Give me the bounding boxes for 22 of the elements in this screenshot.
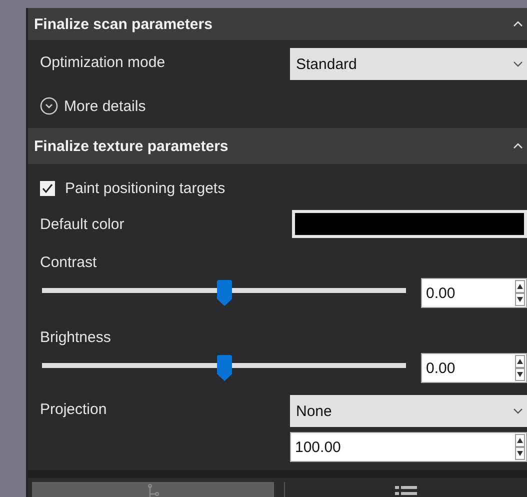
field-label: Contrast [40, 254, 98, 271]
slider-thumb[interactable] [217, 280, 232, 306]
checkbox[interactable]: Paint positioning targets [40, 180, 226, 196]
more-details-link[interactable]: More details [40, 97, 146, 115]
field-label: Default color [40, 216, 126, 232]
field-label: Optimization mode [40, 53, 166, 71]
spinner-icon [515, 279, 525, 307]
field-label: Brightness [40, 329, 112, 346]
spinner-icon [515, 354, 525, 382]
section-header[interactable]: Finalize scan parameters [28, 8, 527, 40]
dropdown[interactable]: Standard [290, 48, 527, 80]
number-field[interactable]: 0.00 [421, 353, 527, 383]
dropdown[interactable]: None [290, 395, 527, 427]
field-label: Projection [40, 400, 108, 418]
color-swatch[interactable] [292, 210, 527, 238]
section-header[interactable]: Finalize texture parameters [28, 128, 527, 164]
spinner-icon [515, 433, 525, 461]
slider-thumb[interactable] [217, 355, 232, 381]
number-field[interactable]: 0.00 [421, 278, 527, 308]
caret-icon [513, 61, 523, 67]
number-field[interactable]: 100.00 [290, 432, 527, 462]
caret-icon [513, 408, 523, 414]
